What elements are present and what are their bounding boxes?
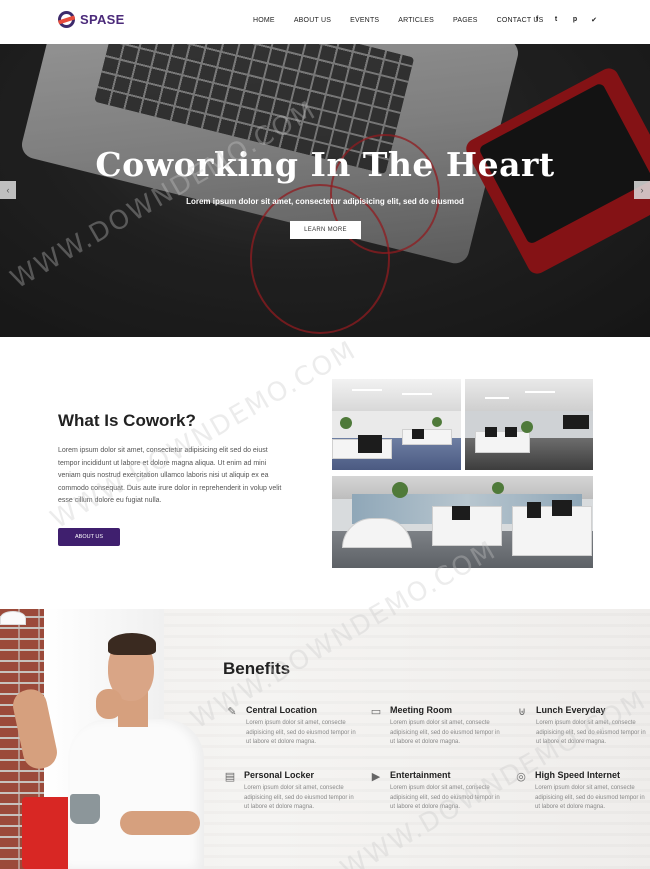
wifi-icon: ◎ [516, 771, 526, 783]
benefits-section: Benefits ✎ Central Location Lorem ipsum … [0, 609, 650, 869]
twitter-icon[interactable]: ✔ [591, 16, 597, 24]
pinterest-icon[interactable]: p [572, 16, 578, 24]
about-section: What Is Cowork? Lorem ipsum dolor sit am… [0, 337, 650, 609]
film-icon: ▶ [371, 771, 381, 783]
lamp [0, 611, 26, 625]
pencil-icon: ✎ [227, 706, 237, 718]
feature-title: Central Location [246, 705, 318, 715]
man-forearm [120, 811, 200, 835]
feature-text: Lorem ipsum dolor sit amet, consecte adi… [244, 785, 354, 810]
man-hand [96, 689, 122, 719]
feature-text: Lorem ipsum dolor sit amet, consecte adi… [535, 785, 645, 810]
site-header: SPASE HOME ABOUT US EVENTS ARTICLES PAGE… [0, 0, 650, 44]
plant [340, 417, 352, 429]
plant [392, 482, 408, 498]
slider-prev-icon[interactable]: ‹ [0, 181, 16, 199]
man-hair [108, 633, 156, 655]
logo[interactable]: SPASE [58, 11, 125, 28]
hero-slider: Coworking In The Heart Lorem ipsum dolor… [0, 44, 650, 337]
monitor [527, 502, 541, 518]
benefits-title: Benefits [223, 659, 291, 678]
desk [402, 429, 452, 445]
main-nav: HOME ABOUT US EVENTS ARTICLES PAGES CONT… [253, 17, 562, 24]
office-ceiling [465, 379, 593, 411]
learn-more-button[interactable]: LEARN MORE [290, 221, 361, 239]
ceiling-light [525, 391, 555, 393]
plant [492, 482, 504, 494]
office-photo-2 [465, 379, 593, 470]
hero-title: Coworking In The Heart [95, 145, 555, 184]
nav-events[interactable]: EVENTS [350, 17, 379, 24]
feature-text: Lorem ipsum dolor sit amet, consecte adi… [390, 720, 500, 745]
ceiling-light [485, 397, 509, 399]
ceiling-light [352, 389, 382, 391]
slider-next-icon[interactable]: › [634, 181, 650, 199]
nav-about-us[interactable]: ABOUT US [294, 17, 331, 24]
logo-icon [58, 11, 75, 28]
wall-screen [563, 415, 589, 429]
office-photo-3 [332, 476, 593, 568]
nav-home[interactable]: HOME [253, 17, 275, 24]
coffee-mug [70, 794, 100, 824]
desk [475, 431, 530, 453]
monitor [505, 427, 517, 437]
plant [432, 417, 442, 427]
feature-text: Lorem ipsum dolor sit amet, consecte adi… [390, 785, 500, 810]
basket-icon: ⊎ [517, 706, 527, 718]
monitor [412, 429, 424, 439]
monitor [552, 500, 572, 516]
about-title: What Is Cowork? [58, 411, 196, 430]
hero-overlay [0, 44, 650, 337]
feature-title: Meeting Room [390, 705, 452, 715]
feature-title: High Speed Internet [535, 770, 621, 780]
facebook-icon[interactable]: f [534, 16, 540, 24]
nav-pages[interactable]: PAGES [453, 17, 478, 24]
about-us-button[interactable]: ABOUT US [58, 528, 120, 546]
monitor [485, 427, 497, 437]
tumblr-icon[interactable]: t [553, 16, 559, 24]
monitor [358, 435, 382, 453]
feature-title: Personal Locker [244, 770, 315, 780]
ceiling-light [402, 393, 432, 395]
office-photo-1 [332, 379, 461, 470]
social-links: f t p ✔ [534, 16, 597, 24]
monitor [452, 506, 470, 520]
hero-subtitle: Lorem ipsum dolor sit amet, consectetur … [186, 197, 464, 206]
nav-articles[interactable]: ARTICLES [398, 17, 434, 24]
feature-text: Lorem ipsum dolor sit amet, consecte adi… [246, 720, 356, 745]
office-ceiling [332, 379, 461, 411]
plant [521, 421, 533, 433]
feature-title: Entertainment [390, 770, 451, 780]
presentation-icon: ▭ [370, 706, 382, 718]
about-text: Lorem ipsum dolor sit amet, consectetur … [58, 447, 282, 504]
locker-icon: ▤ [224, 771, 236, 783]
feature-title: Lunch Everyday [536, 705, 606, 715]
red-chair [22, 797, 72, 869]
feature-text: Lorem ipsum dolor sit amet, consecte adi… [536, 720, 646, 745]
logo-text: SPASE [80, 12, 125, 27]
